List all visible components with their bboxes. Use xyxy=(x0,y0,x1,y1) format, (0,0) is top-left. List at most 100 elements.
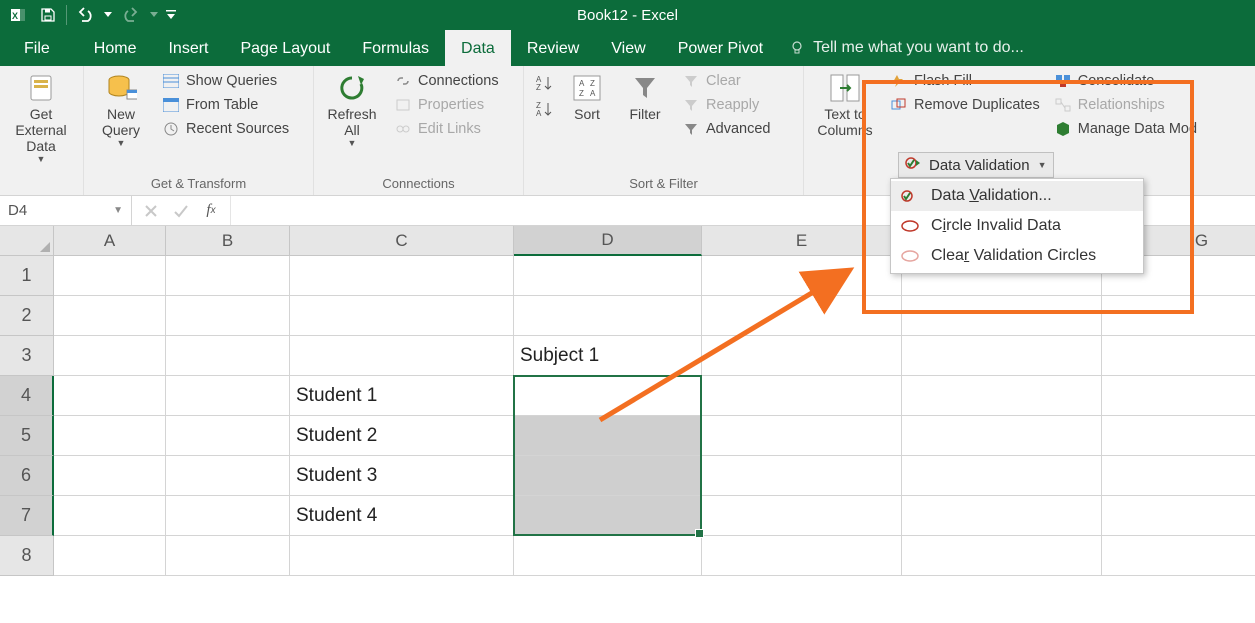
cell-G7[interactable] xyxy=(1102,496,1255,536)
cell-A2[interactable] xyxy=(54,296,166,336)
cell-C8[interactable] xyxy=(290,536,514,576)
cell-B6[interactable] xyxy=(166,456,290,496)
filter-button[interactable]: Filter xyxy=(618,70,672,122)
cell-A1[interactable] xyxy=(54,256,166,296)
cell-C7[interactable]: Student 4 xyxy=(290,496,514,536)
tab-data[interactable]: Data xyxy=(445,30,511,66)
cell-G5[interactable] xyxy=(1102,416,1255,456)
cell-F2[interactable] xyxy=(902,296,1102,336)
cell-D7[interactable] xyxy=(514,496,702,536)
row-header-1[interactable]: 1 xyxy=(0,256,54,296)
cell-A7[interactable] xyxy=(54,496,166,536)
data-validation-button[interactable]: Data Validation ▼ xyxy=(898,152,1054,178)
recent-sources-button[interactable]: Recent Sources xyxy=(158,118,293,140)
cell-E3[interactable] xyxy=(702,336,902,376)
cell-B8[interactable] xyxy=(166,536,290,576)
flash-fill-button[interactable]: Flash Fill xyxy=(886,70,1044,92)
cell-F3[interactable] xyxy=(902,336,1102,376)
col-header-E[interactable]: E xyxy=(702,226,902,256)
cell-B2[interactable] xyxy=(166,296,290,336)
row-header-6[interactable]: 6 xyxy=(0,456,54,496)
get-external-data-button[interactable]: Get External Data ▼ xyxy=(6,70,76,165)
cell-A8[interactable] xyxy=(54,536,166,576)
menu-item-clear-circles[interactable]: Clear Validation Circles xyxy=(891,241,1143,271)
save-button[interactable] xyxy=(34,2,62,28)
cell-A4[interactable] xyxy=(54,376,166,416)
cell-A3[interactable] xyxy=(54,336,166,376)
cell-C6[interactable]: Student 3 xyxy=(290,456,514,496)
cell-A5[interactable] xyxy=(54,416,166,456)
cell-E1[interactable] xyxy=(702,256,902,296)
row-header-3[interactable]: 3 xyxy=(0,336,54,376)
cell-G8[interactable] xyxy=(1102,536,1255,576)
cell-C2[interactable] xyxy=(290,296,514,336)
cell-B3[interactable] xyxy=(166,336,290,376)
sort-desc-button[interactable]: ZA xyxy=(530,98,556,120)
cell-E7[interactable] xyxy=(702,496,902,536)
cell-G6[interactable] xyxy=(1102,456,1255,496)
cell-B7[interactable] xyxy=(166,496,290,536)
cell-D8[interactable] xyxy=(514,536,702,576)
undo-dropdown[interactable] xyxy=(101,2,115,28)
cell-D2[interactable] xyxy=(514,296,702,336)
col-header-A[interactable]: A xyxy=(54,226,166,256)
tab-power-pivot[interactable]: Power Pivot xyxy=(662,30,779,66)
consolidate-button[interactable]: Consolidate xyxy=(1050,70,1201,92)
col-header-B[interactable]: B xyxy=(166,226,290,256)
cell-G4[interactable] xyxy=(1102,376,1255,416)
cell-B5[interactable] xyxy=(166,416,290,456)
row-header-2[interactable]: 2 xyxy=(0,296,54,336)
cell-F6[interactable] xyxy=(902,456,1102,496)
cell-E2[interactable] xyxy=(702,296,902,336)
enter-icon[interactable] xyxy=(168,198,194,224)
tab-formulas[interactable]: Formulas xyxy=(346,30,445,66)
refresh-all-button[interactable]: Refresh All ▼ xyxy=(320,70,384,149)
cell-D5[interactable] xyxy=(514,416,702,456)
cell-C4[interactable]: Student 1 xyxy=(290,376,514,416)
spreadsheet-grid[interactable]: ABCDEFG 12345678 Subject 1Student 1Stude… xyxy=(0,226,1255,623)
cell-E6[interactable] xyxy=(702,456,902,496)
new-query-button[interactable]: New Query ▼ xyxy=(90,70,152,149)
tab-file[interactable]: File xyxy=(8,30,66,66)
cell-F5[interactable] xyxy=(902,416,1102,456)
cell-F8[interactable] xyxy=(902,536,1102,576)
cell-B4[interactable] xyxy=(166,376,290,416)
tab-page-layout[interactable]: Page Layout xyxy=(224,30,346,66)
name-box[interactable]: D4 ▼ xyxy=(0,196,132,225)
cell-F7[interactable] xyxy=(902,496,1102,536)
cell-G3[interactable] xyxy=(1102,336,1255,376)
redo-button[interactable] xyxy=(117,2,145,28)
menu-item-circle-invalid[interactable]: Circle Invalid Data xyxy=(891,211,1143,241)
tell-me-search[interactable]: Tell me what you want to do... xyxy=(789,30,1024,66)
row-header-8[interactable]: 8 xyxy=(0,536,54,576)
fx-icon[interactable]: fx xyxy=(198,198,224,224)
cell-C3[interactable] xyxy=(290,336,514,376)
cell-G2[interactable] xyxy=(1102,296,1255,336)
manage-data-model-button[interactable]: Manage Data Mod xyxy=(1050,118,1201,140)
remove-duplicates-button[interactable]: Remove Duplicates xyxy=(886,94,1044,116)
show-queries-button[interactable]: Show Queries xyxy=(158,70,293,92)
cell-D4[interactable] xyxy=(514,376,702,416)
cell-A6[interactable] xyxy=(54,456,166,496)
advanced-filter-button[interactable]: Advanced xyxy=(678,118,775,140)
cell-D3[interactable]: Subject 1 xyxy=(514,336,702,376)
undo-button[interactable] xyxy=(71,2,99,28)
cell-B1[interactable] xyxy=(166,256,290,296)
col-header-D[interactable]: D xyxy=(514,226,702,256)
qat-customize[interactable] xyxy=(163,2,179,28)
cancel-icon[interactable] xyxy=(138,198,164,224)
redo-dropdown[interactable] xyxy=(147,2,161,28)
text-to-columns-button[interactable]: Text to Columns xyxy=(810,70,880,138)
cell-C5[interactable]: Student 2 xyxy=(290,416,514,456)
sort-button[interactable]: AZZA Sort xyxy=(562,70,612,122)
cell-F4[interactable] xyxy=(902,376,1102,416)
tab-review[interactable]: Review xyxy=(511,30,595,66)
cell-C1[interactable] xyxy=(290,256,514,296)
row-header-4[interactable]: 4 xyxy=(0,376,54,416)
cell-D1[interactable] xyxy=(514,256,702,296)
cell-D6[interactable] xyxy=(514,456,702,496)
cell-E4[interactable] xyxy=(702,376,902,416)
tab-home[interactable]: Home xyxy=(78,30,153,66)
menu-item-data-validation[interactable]: Data Validation... xyxy=(891,181,1143,211)
select-all-corner[interactable] xyxy=(0,226,54,256)
